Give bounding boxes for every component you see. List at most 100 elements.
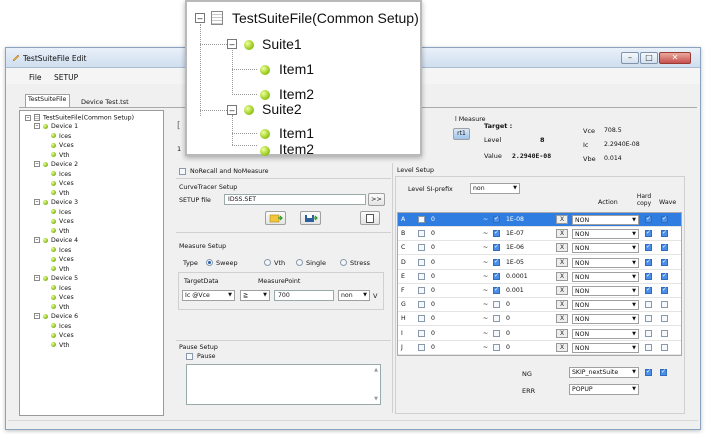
tree-item[interactable]: Ices	[51, 285, 71, 292]
row-action-select[interactable]: NON ▼	[572, 257, 639, 268]
collapse-icon[interactable]: –	[34, 275, 40, 281]
row-wave-checkbox[interactable]	[661, 272, 668, 280]
row-action-select[interactable]: NON ▼	[572, 328, 639, 339]
row-enable-checkbox[interactable]	[418, 315, 425, 323]
scroll-up-icon[interactable]: ▲	[374, 367, 378, 373]
ng-select[interactable]: SKIP_nextSuite ▼	[569, 367, 639, 378]
norecall-checkbox[interactable]	[179, 168, 186, 175]
row-wave-checkbox[interactable]	[661, 301, 668, 309]
collapse-icon[interactable]: –	[34, 161, 40, 167]
row-clear-button[interactable]: X	[556, 229, 568, 239]
minimize-button[interactable]: –	[621, 52, 639, 64]
scroll-down-icon[interactable]: ▼	[374, 396, 378, 402]
row-hardcopy-checkbox[interactable]	[645, 215, 652, 223]
tree-item[interactable]: Vth	[51, 266, 70, 273]
tree-device[interactable]: – Device 4	[34, 237, 78, 244]
row-high-checkbox[interactable]	[493, 243, 500, 252]
target-select[interactable]: Ic @Vce ▼	[182, 290, 235, 301]
tree-item[interactable]: Ices	[51, 171, 71, 178]
row-wave-checkbox[interactable]	[661, 258, 668, 266]
tree-item[interactable]: Vces	[51, 332, 74, 339]
pause-textarea[interactable]: ▲ ▼	[186, 364, 381, 405]
table-row[interactable]: E 0 ~0.0001 X NON ▼	[398, 270, 681, 284]
row-wave-checkbox[interactable]	[661, 315, 668, 323]
row-action-select[interactable]: NON ▼	[572, 314, 639, 325]
tree-item[interactable]: Vth	[51, 152, 70, 159]
tree-device[interactable]: – Device 3	[34, 199, 78, 206]
row-hardcopy-checkbox[interactable]	[645, 329, 652, 337]
tree-root[interactable]: – TestSuiteFile(Common Setup)	[25, 114, 134, 122]
table-row[interactable]: G 0 ~0 X NON ▼	[398, 298, 681, 313]
suite-tree[interactable]: – TestSuiteFile(Common Setup) – Device 1 Ic…	[19, 110, 164, 416]
row-enable-checkbox[interactable]	[418, 230, 425, 238]
err-select[interactable]: POPUP ▼	[569, 384, 639, 395]
tree-item[interactable]: Vces	[51, 142, 74, 149]
row-wave-checkbox[interactable]	[661, 229, 668, 238]
row-hardcopy-checkbox[interactable]	[645, 286, 652, 294]
ng-hardcopy-checkbox[interactable]	[645, 368, 652, 376]
tree-item[interactable]: Ices	[51, 247, 71, 254]
tree-device[interactable]: – Device 6	[34, 313, 78, 320]
row-clear-button[interactable]: X	[556, 328, 568, 338]
tab-testsuitefile[interactable]: TestSuiteFile	[25, 94, 71, 108]
row-high-checkbox[interactable]	[493, 301, 500, 309]
row-hardcopy-checkbox[interactable]	[645, 315, 652, 323]
tree-item[interactable]: Ices	[51, 323, 71, 330]
row-high-checkbox[interactable]	[493, 286, 500, 294]
browse-button[interactable]: >>	[368, 193, 385, 206]
row-enable-checkbox[interactable]	[418, 343, 425, 351]
row-high-checkbox[interactable]	[493, 315, 500, 323]
row-action-select[interactable]: NON ▼	[572, 271, 639, 282]
row-clear-button[interactable]: X	[556, 342, 568, 352]
row-enable-checkbox[interactable]	[418, 329, 425, 337]
tree-item[interactable]: Vth	[51, 304, 70, 311]
tree-item[interactable]: Vth	[51, 190, 70, 197]
ng-wave-checkbox[interactable]	[660, 368, 667, 376]
row-enable-checkbox[interactable]	[418, 301, 425, 309]
row-enable-checkbox[interactable]	[418, 272, 425, 280]
tree-device[interactable]: – Device 5	[34, 275, 78, 282]
unit-select[interactable]: non ▼	[338, 290, 370, 301]
table-row[interactable]: B 0 ~1E-07 X NON ▼	[398, 227, 681, 242]
row-high-checkbox[interactable]	[493, 258, 500, 266]
row-high-checkbox[interactable]	[493, 272, 500, 280]
row-wave-checkbox[interactable]	[661, 343, 668, 351]
save-button[interactable]	[300, 211, 321, 225]
row-wave-checkbox[interactable]	[661, 329, 668, 337]
row-wave-checkbox[interactable]	[661, 243, 668, 252]
menu-file[interactable]: File	[29, 73, 42, 82]
tree-item[interactable]: Vces	[51, 218, 74, 225]
table-row[interactable]: A 0 ~1E-08 X NON ▼	[398, 213, 681, 227]
collapse-icon[interactable]: –	[25, 114, 31, 121]
row-action-select[interactable]: NON ▼	[572, 229, 639, 240]
row-action-select[interactable]: NON ▼	[572, 243, 639, 254]
table-row[interactable]: I 0 ~0 X NON ▼	[398, 327, 681, 341]
row-enable-checkbox[interactable]	[418, 216, 425, 223]
collapse-icon[interactable]: –	[34, 313, 40, 319]
tree-item[interactable]: Ices	[51, 133, 71, 140]
load-button[interactable]	[265, 211, 286, 225]
radio-vth[interactable]	[264, 259, 271, 266]
new-button[interactable]	[360, 211, 380, 225]
tree-item[interactable]: Vces	[51, 294, 74, 301]
table-row[interactable]: C 0 ~1E-06 X NON ▼	[398, 241, 681, 256]
tree-device[interactable]: – Device 2	[34, 161, 78, 168]
collapse-icon[interactable]: –	[34, 199, 40, 205]
level-prefix-select[interactable]: non ▼	[470, 183, 520, 194]
row-hardcopy-checkbox[interactable]	[645, 301, 652, 309]
collapse-icon[interactable]: –	[34, 237, 40, 243]
menu-setup[interactable]: SETUP	[54, 73, 78, 82]
pause-checkbox[interactable]	[186, 353, 193, 360]
tree-device[interactable]: – Device 1	[34, 123, 78, 130]
row-enable-checkbox[interactable]	[418, 258, 425, 266]
row-clear-button[interactable]: X	[556, 243, 568, 253]
tree-item[interactable]: Vces	[51, 256, 74, 263]
start-button[interactable]: rt1	[453, 128, 470, 140]
table-row[interactable]: D 0 ~1E-05 X NON ▼	[398, 256, 681, 270]
measure-point-input[interactable]: 700	[274, 290, 334, 301]
row-hardcopy-checkbox[interactable]	[645, 258, 652, 266]
row-enable-checkbox[interactable]	[418, 287, 425, 294]
row-wave-checkbox[interactable]	[661, 215, 668, 223]
row-high-checkbox[interactable]	[493, 215, 500, 223]
row-action-select[interactable]: NON ▼	[572, 286, 639, 296]
